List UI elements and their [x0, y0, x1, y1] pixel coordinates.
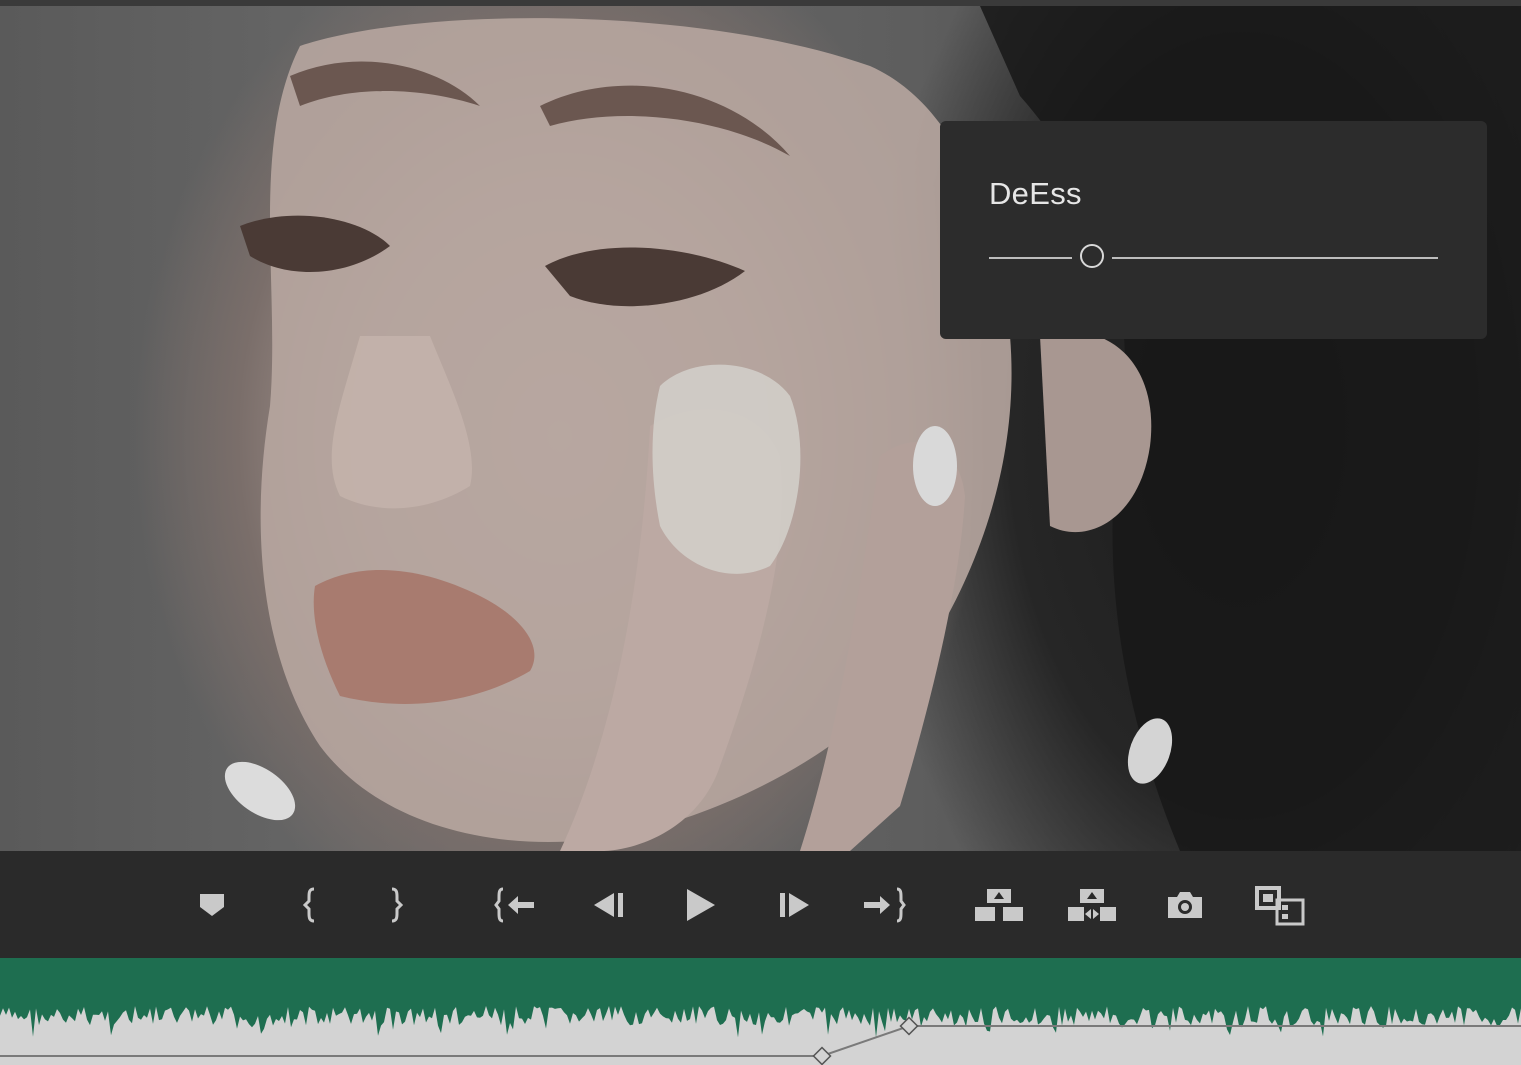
- keyframe-marker[interactable]: [812, 1046, 832, 1065]
- video-preview[interactable]: DeEss: [0, 6, 1521, 851]
- play-icon: [687, 889, 715, 921]
- go-to-in-icon: [494, 887, 534, 923]
- compare-icon: [1255, 886, 1305, 926]
- go-to-out-icon: [864, 887, 906, 923]
- lift-button[interactable]: [972, 885, 1026, 925]
- step-back-button[interactable]: [586, 885, 630, 925]
- step-back-icon: [594, 893, 623, 917]
- play-button[interactable]: [677, 885, 721, 925]
- slider-thumb[interactable]: [1080, 244, 1104, 268]
- add-marker-button[interactable]: [190, 885, 234, 925]
- mark-out-button[interactable]: [373, 885, 417, 925]
- comparison-view-button[interactable]: [1252, 885, 1306, 926]
- go-to-out-button[interactable]: [862, 885, 906, 925]
- transport-toolbar: [0, 851, 1521, 958]
- effect-title: DeEss: [989, 176, 1082, 211]
- effect-control-panel: DeEss: [940, 121, 1487, 339]
- lift-icon: [975, 889, 1023, 921]
- step-forward-button[interactable]: [773, 885, 817, 925]
- go-to-in-button[interactable]: [494, 885, 538, 925]
- step-forward-icon: [780, 893, 809, 917]
- effect-slider[interactable]: [989, 244, 1438, 268]
- camera-icon: [1168, 892, 1202, 918]
- mark-in-button[interactable]: [289, 885, 333, 925]
- audio-waveform: [0, 958, 1521, 1065]
- export-frame-button[interactable]: [1163, 885, 1207, 925]
- extract-button[interactable]: [1065, 885, 1119, 925]
- mark-in-icon: [302, 887, 315, 923]
- extract-icon: [1068, 889, 1116, 921]
- mark-out-icon: [391, 887, 404, 923]
- marker-icon: [200, 894, 224, 916]
- audio-waveform-track[interactable]: [0, 958, 1521, 1065]
- keyframe-marker[interactable]: [899, 1016, 919, 1036]
